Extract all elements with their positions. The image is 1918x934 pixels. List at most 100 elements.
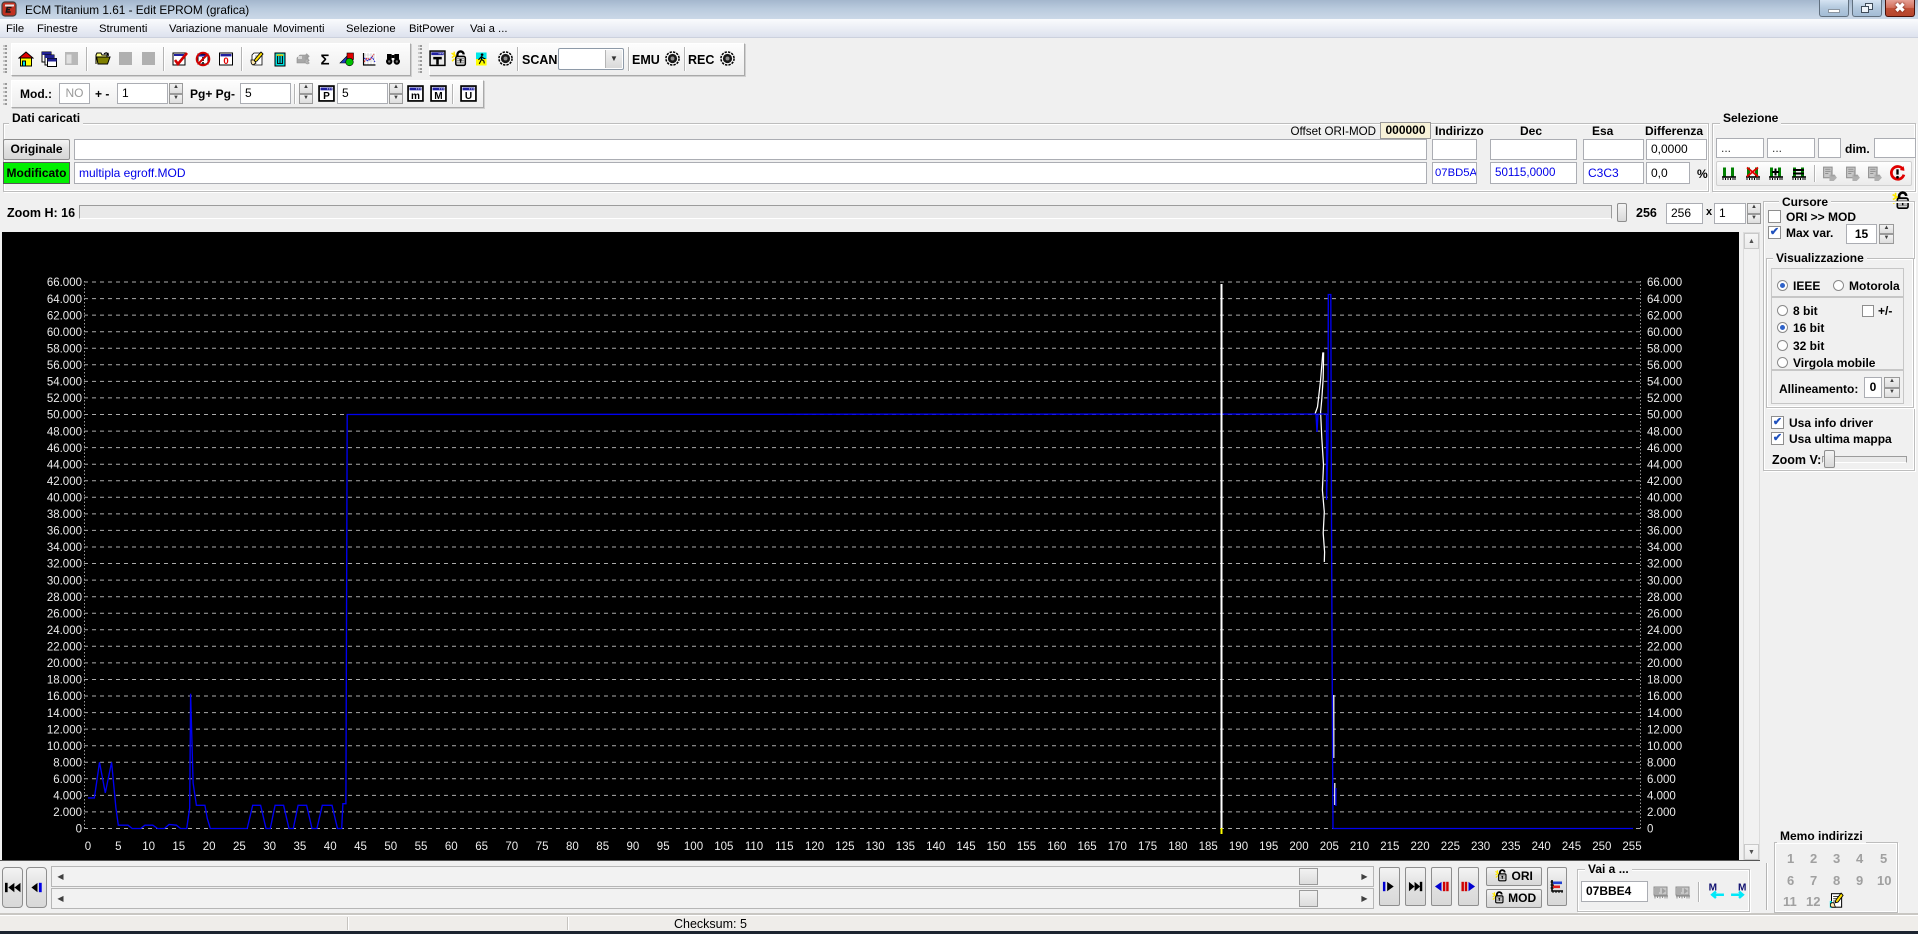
svg-text:90: 90	[627, 841, 640, 853]
svg-text:95: 95	[657, 841, 670, 853]
svg-text:115: 115	[775, 841, 793, 853]
svg-text:m: m	[411, 91, 420, 102]
svg-text:60: 60	[445, 841, 458, 853]
svg-text:130: 130	[866, 841, 885, 853]
svg-text:U: U	[465, 91, 472, 102]
svg-text:28.000: 28.000	[47, 592, 82, 604]
svg-text:140: 140	[926, 841, 945, 853]
svg-text:0: 0	[1647, 824, 1653, 836]
svg-text:0: 0	[223, 56, 228, 67]
svg-text:190: 190	[1229, 841, 1248, 853]
svg-text:215: 215	[1380, 841, 1399, 853]
svg-text:10: 10	[142, 841, 155, 853]
svg-text:14.000: 14.000	[1647, 708, 1682, 720]
svg-text:56.000: 56.000	[47, 360, 82, 372]
svg-text:225: 225	[1441, 841, 1460, 853]
svg-text:M: M	[434, 91, 442, 102]
svg-text:24.000: 24.000	[47, 625, 82, 637]
svg-text:10.000: 10.000	[1647, 741, 1682, 753]
svg-text:52.000: 52.000	[1647, 393, 1682, 405]
svg-text:24.000: 24.000	[1647, 625, 1682, 637]
svg-text:P: P	[323, 91, 330, 102]
svg-text:60.000: 60.000	[1647, 327, 1682, 339]
svg-text:42.000: 42.000	[1647, 476, 1682, 488]
svg-text:205: 205	[1320, 841, 1339, 853]
svg-text:180: 180	[1168, 841, 1187, 853]
svg-text:38.000: 38.000	[47, 509, 82, 521]
svg-text:62.000: 62.000	[1647, 310, 1682, 322]
svg-text:50.000: 50.000	[47, 410, 82, 422]
svg-text:Σ: Σ	[320, 52, 329, 67]
svg-text:155: 155	[1017, 841, 1036, 853]
svg-text:220: 220	[1411, 841, 1430, 853]
svg-text:0: 0	[85, 841, 91, 853]
svg-text:32.000: 32.000	[47, 559, 82, 571]
svg-text:62.000: 62.000	[47, 310, 82, 322]
svg-text:16.000: 16.000	[1647, 691, 1682, 703]
svg-text:20: 20	[203, 841, 216, 853]
svg-text:150: 150	[987, 841, 1006, 853]
svg-text:185: 185	[1199, 841, 1218, 853]
svg-text:12.000: 12.000	[47, 724, 82, 736]
svg-text:245: 245	[1562, 841, 1581, 853]
svg-text:12.000: 12.000	[1647, 724, 1682, 736]
svg-text:6.000: 6.000	[53, 774, 82, 786]
svg-text:50: 50	[384, 841, 397, 853]
svg-text:58.000: 58.000	[1647, 344, 1682, 356]
svg-text:170: 170	[1108, 841, 1127, 853]
svg-text:45: 45	[354, 841, 367, 853]
svg-text:2.000: 2.000	[53, 807, 82, 819]
svg-text:20.000: 20.000	[1647, 658, 1682, 670]
svg-text:52.000: 52.000	[47, 393, 82, 405]
svg-text:36.000: 36.000	[1647, 526, 1682, 538]
svg-text:145: 145	[956, 841, 975, 853]
svg-text:2.000: 2.000	[1647, 807, 1676, 819]
svg-text:16.000: 16.000	[47, 691, 82, 703]
svg-text:22.000: 22.000	[1647, 642, 1682, 654]
svg-text:54.000: 54.000	[47, 377, 82, 389]
svg-text:0: 0	[76, 824, 82, 836]
svg-text:48.000: 48.000	[47, 426, 82, 438]
svg-text:15: 15	[172, 841, 185, 853]
svg-text:40: 40	[324, 841, 337, 853]
svg-text:34.000: 34.000	[47, 542, 82, 554]
svg-text:165: 165	[1078, 841, 1097, 853]
svg-text:6.000: 6.000	[1647, 774, 1676, 786]
svg-text:8.000: 8.000	[1647, 758, 1676, 770]
svg-text:30.000: 30.000	[1647, 575, 1682, 587]
svg-text:32.000: 32.000	[1647, 559, 1682, 571]
svg-text:48.000: 48.000	[1647, 426, 1682, 438]
svg-text:240: 240	[1532, 841, 1551, 853]
svg-text:120: 120	[805, 841, 824, 853]
svg-text:235: 235	[1501, 841, 1520, 853]
svg-text:40.000: 40.000	[1647, 493, 1682, 505]
svg-text:64.000: 64.000	[1647, 294, 1682, 306]
svg-text:70: 70	[505, 841, 518, 853]
svg-text:36.000: 36.000	[47, 526, 82, 538]
svg-text:38.000: 38.000	[1647, 509, 1682, 521]
svg-text:200: 200	[1289, 841, 1308, 853]
svg-text:18.000: 18.000	[47, 675, 82, 687]
svg-text:26.000: 26.000	[1647, 608, 1682, 620]
svg-text:230: 230	[1471, 841, 1490, 853]
svg-text:65: 65	[475, 841, 488, 853]
svg-text:195: 195	[1259, 841, 1278, 853]
svg-text:35: 35	[294, 841, 307, 853]
svg-text:66.000: 66.000	[1647, 277, 1682, 289]
svg-text:100: 100	[684, 841, 703, 853]
svg-text:44.000: 44.000	[47, 459, 82, 471]
svg-text:175: 175	[1138, 841, 1157, 853]
svg-text:210: 210	[1350, 841, 1369, 853]
svg-text:56.000: 56.000	[1647, 360, 1682, 372]
svg-text:28.000: 28.000	[1647, 592, 1682, 604]
svg-text:50.000: 50.000	[1647, 410, 1682, 422]
svg-text:4.000: 4.000	[53, 791, 82, 803]
svg-text:4.000: 4.000	[1647, 791, 1676, 803]
svg-text:42.000: 42.000	[47, 476, 82, 488]
svg-text:46.000: 46.000	[47, 443, 82, 455]
svg-text:30: 30	[263, 841, 276, 853]
svg-text:46.000: 46.000	[1647, 443, 1682, 455]
svg-text:8.000: 8.000	[53, 758, 82, 770]
svg-text:18.000: 18.000	[1647, 675, 1682, 687]
svg-text:85: 85	[596, 841, 609, 853]
